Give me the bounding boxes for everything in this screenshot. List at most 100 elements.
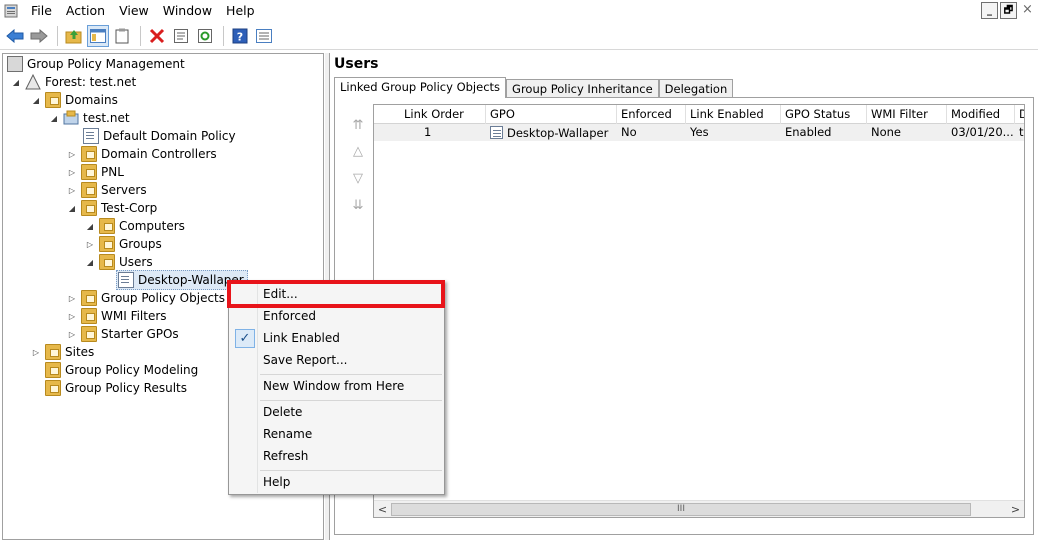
delete-icon (149, 28, 165, 43)
cell-wmi-filter: None (871, 125, 902, 139)
move-up-icon[interactable]: △ (349, 145, 367, 159)
tree-item-sites[interactable]: ▷ Sites (31, 343, 94, 361)
collapse-arrow-icon[interactable]: ◢ (85, 221, 95, 231)
context-menu-enforced[interactable]: Enforced (231, 306, 442, 327)
tree-item-test-net[interactable]: ◢ test.net (49, 109, 130, 127)
horizontal-scrollbar[interactable]: < III > (374, 500, 1024, 517)
forest-triangle-icon (25, 74, 41, 90)
menu-help[interactable]: Help (219, 0, 262, 22)
column-modified[interactable]: Modified (947, 105, 1015, 124)
context-menu-rename[interactable]: Rename (231, 424, 442, 445)
context-menu-save-report[interactable]: Save Report... (231, 350, 442, 371)
context-menu-refresh[interactable]: Refresh (231, 446, 442, 467)
expand-arrow-icon[interactable]: ▷ (67, 329, 77, 339)
delete-button[interactable] (146, 25, 168, 47)
restore-button[interactable]: 🗗 (1000, 2, 1017, 19)
back-arrow-icon (6, 28, 24, 43)
tree-item-label: Group Policy Modeling (65, 363, 199, 377)
svg-text:?: ? (237, 30, 243, 43)
column-wmi-filter[interactable]: WMI Filter (867, 105, 947, 124)
collapse-arrow-icon[interactable]: ◢ (49, 113, 59, 123)
tree-item-computers[interactable]: ◢ Computers (85, 217, 185, 235)
menu-action[interactable]: Action (59, 0, 112, 22)
column-gpo-status[interactable]: GPO Status (781, 105, 867, 124)
context-menu-help[interactable]: Help (231, 472, 442, 493)
refresh-button[interactable] (194, 25, 216, 47)
tree-item-domain-controllers[interactable]: ▷ Domain Controllers (67, 145, 217, 163)
show-hide-console-tree-button[interactable] (87, 24, 109, 47)
modeling-icon (45, 362, 61, 378)
tree-item-pnl[interactable]: ▷ PNL (67, 163, 124, 181)
move-down-icon[interactable]: ▽ (349, 172, 367, 186)
minimize-button[interactable]: _ (981, 2, 998, 19)
tree-item-test-corp[interactable]: ◢ Test-Corp (67, 199, 157, 217)
menu-file[interactable]: File (24, 0, 59, 22)
wmi-folder-icon (81, 308, 97, 324)
tree-item-group-policy-objects[interactable]: ▷ Group Policy Objects (67, 289, 225, 307)
collapse-arrow-icon[interactable]: ◢ (85, 257, 95, 267)
tree-item-gp-results[interactable]: Group Policy Results (45, 379, 187, 397)
menu-separator (260, 374, 442, 375)
ou-folder-icon (99, 218, 115, 234)
gpmc-app-icon (4, 4, 18, 18)
scroll-right-icon[interactable]: > (1007, 501, 1024, 517)
move-to-top-icon[interactable]: ⇈ (349, 119, 367, 133)
details-view-button[interactable] (253, 25, 275, 47)
column-gpo[interactable]: GPO (486, 105, 617, 124)
help-button[interactable]: ? (229, 25, 251, 47)
expand-arrow-icon[interactable]: ▷ (31, 347, 41, 357)
table-row[interactable]: 1 Desktop-Wallaper No Yes Enabled None 0… (374, 124, 1024, 141)
menu-bar: File Action View Window Help _ 🗗 × (0, 0, 1038, 22)
column-enforced[interactable]: Enforced (617, 105, 686, 124)
expand-arrow-icon[interactable]: ▷ (85, 239, 95, 249)
tree-item-label: PNL (101, 165, 124, 179)
results-icon (45, 380, 61, 396)
tab-gp-inheritance[interactable]: Group Policy Inheritance (506, 79, 659, 98)
clipboard-button[interactable] (111, 25, 133, 47)
tree-item-gpm-root[interactable]: Group Policy Management (7, 55, 185, 73)
menu-view[interactable]: View (112, 0, 156, 22)
column-link-order[interactable]: Link Order (374, 105, 486, 124)
expand-arrow-icon[interactable]: ▷ (67, 149, 77, 159)
up-one-level-button[interactable] (63, 25, 85, 47)
tree-item-gp-modeling[interactable]: Group Policy Modeling (45, 361, 198, 379)
tree-item-groups[interactable]: ▷ Groups (85, 235, 162, 253)
column-domain[interactable]: D (1015, 105, 1024, 124)
back-button[interactable] (4, 25, 26, 47)
cell-link-enabled: Yes (690, 125, 709, 139)
collapse-arrow-icon[interactable]: ◢ (11, 77, 21, 87)
move-to-bottom-icon[interactable]: ⇊ (349, 199, 367, 213)
collapse-arrow-icon[interactable]: ◢ (67, 203, 77, 213)
menu-window[interactable]: Window (156, 0, 219, 22)
tab-linked-gpos[interactable]: Linked Group Policy Objects (334, 77, 507, 98)
close-button[interactable]: × (1019, 2, 1036, 19)
toolbar-separator (223, 25, 224, 46)
tab-delegation[interactable]: Delegation (658, 79, 734, 98)
tree-item-domains[interactable]: ◢ Domains (31, 91, 118, 109)
tree-item-wmi-filters[interactable]: ▷ WMI Filters (67, 307, 167, 325)
tree-item-default-domain-policy[interactable]: Default Domain Policy (83, 127, 236, 145)
up-folder-icon (65, 29, 82, 43)
scroll-left-icon[interactable]: < (374, 501, 391, 517)
context-menu-delete[interactable]: Delete (231, 402, 442, 423)
column-link-enabled[interactable]: Link Enabled (686, 105, 781, 124)
expand-arrow-icon[interactable]: ▷ (67, 167, 77, 177)
tree-item-forest[interactable]: ◢ Forest: test.net (11, 73, 136, 91)
context-menu-edit[interactable]: Edit... (231, 284, 442, 305)
collapse-arrow-icon[interactable]: ◢ (31, 95, 41, 105)
cell-gpo-status: Enabled (785, 125, 832, 139)
tree-item-servers[interactable]: ▷ Servers (67, 181, 147, 199)
context-menu-new-window[interactable]: New Window from Here (231, 376, 442, 397)
tree-item-label: Group Policy Management (27, 57, 185, 71)
expand-arrow-icon[interactable]: ▷ (67, 311, 77, 321)
toolbar-separator (140, 25, 141, 46)
tree-item-users[interactable]: ◢ Users (85, 253, 153, 271)
forward-button[interactable] (28, 25, 50, 47)
context-menu-link-enabled[interactable]: ✓ Link Enabled (231, 328, 442, 349)
expand-arrow-icon[interactable]: ▷ (67, 185, 77, 195)
expand-arrow-icon[interactable]: ▷ (67, 293, 77, 303)
tree-item-starter-gpos[interactable]: ▷ Starter GPOs (67, 325, 179, 343)
scroll-thumb[interactable]: III (391, 503, 971, 516)
gpo-link-icon (83, 128, 99, 144)
properties-button[interactable] (170, 25, 192, 47)
